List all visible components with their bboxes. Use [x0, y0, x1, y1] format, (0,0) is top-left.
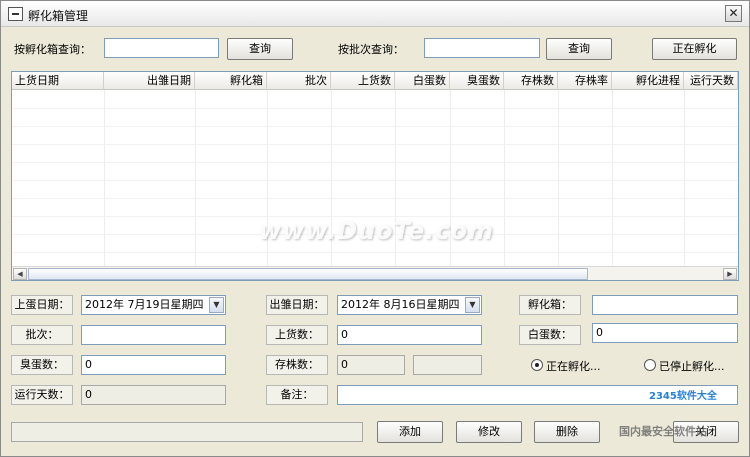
- incubator-management-window: 孵化箱管理 ✕ 按孵化箱查询： 查询 按批次查询： 查询 正在孵化 上货日期 出…: [0, 0, 750, 457]
- radio-stopped-label[interactable]: 已停止孵化...: [659, 358, 725, 374]
- query-by-box-button[interactable]: 查询: [227, 38, 293, 60]
- column-header-survive-count[interactable]: 存株数: [504, 72, 558, 90]
- column-header-bad-eggs[interactable]: 臭蛋数: [450, 72, 504, 90]
- horizontal-scrollbar[interactable]: ◀ ▶: [12, 266, 738, 280]
- edit-button[interactable]: 修改: [456, 421, 522, 443]
- incubating-filter-button[interactable]: 正在孵化: [652, 38, 737, 60]
- loaded-count-label: 上货数：: [266, 325, 328, 345]
- grid-divider: [504, 90, 505, 266]
- grid-row-line: [12, 252, 738, 253]
- load-date-value: 2012年 7月19日星期四: [85, 298, 204, 311]
- watermark-text: www.DuoTe.com: [259, 217, 494, 245]
- column-header-loaded-count[interactable]: 上货数: [331, 72, 395, 90]
- grid-divider: [104, 90, 105, 266]
- query-by-batch-button[interactable]: 查询: [546, 38, 612, 60]
- title-bar: 孵化箱管理 ✕: [1, 1, 749, 27]
- search-by-box-label: 按孵化箱查询：: [14, 43, 91, 56]
- column-header-survive-rate[interactable]: 存株率: [558, 72, 612, 90]
- column-header-box[interactable]: 孵化箱: [195, 72, 267, 90]
- survive-count-label: 存株数：: [266, 355, 328, 375]
- load-date-label: 上蛋日期：: [11, 295, 73, 315]
- add-button[interactable]: 添加: [377, 421, 443, 443]
- column-header-hatch-date[interactable]: 出雏日期: [104, 72, 195, 90]
- column-header-batch[interactable]: 批次: [267, 72, 331, 90]
- note-label: 备注：: [266, 385, 328, 405]
- load-date-picker[interactable]: 2012年 7月19日星期四 ▼: [81, 295, 226, 315]
- hatch-date-value: 2012年 8月16日星期四: [341, 298, 460, 311]
- radio-incubating[interactable]: [531, 359, 543, 371]
- column-header-load-date[interactable]: 上货日期: [12, 72, 104, 90]
- batch-input[interactable]: [81, 325, 226, 345]
- grid-divider: [684, 90, 685, 266]
- batch-label: 批次：: [11, 325, 73, 345]
- column-header-white-eggs[interactable]: 白蛋数: [395, 72, 450, 90]
- status-bar: [11, 422, 363, 442]
- loaded-count-input[interactable]: 0: [337, 325, 482, 345]
- corner-watermark-slogan: 国内最安全软件站: [619, 425, 707, 438]
- search-by-batch-label: 按批次查询：: [338, 43, 404, 56]
- survive-rate-field: [413, 355, 482, 375]
- scroll-thumb[interactable]: [28, 268, 588, 280]
- grid-divider: [612, 90, 613, 266]
- grid-row-line: [12, 126, 738, 127]
- search-by-batch-input[interactable]: [424, 38, 540, 58]
- radio-stopped[interactable]: [644, 359, 656, 371]
- bad-egg-input[interactable]: 0: [81, 355, 226, 375]
- white-egg-label: 白蛋数：: [519, 325, 581, 345]
- chevron-down-icon[interactable]: ▼: [465, 297, 480, 313]
- delete-button[interactable]: 删除: [534, 421, 600, 443]
- grid-divider: [558, 90, 559, 266]
- radio-incubating-label[interactable]: 正在孵化...: [546, 358, 601, 374]
- grid-row-line: [12, 180, 738, 181]
- white-egg-input[interactable]: 0: [592, 323, 738, 343]
- hatch-date-label: 出雏日期：: [266, 295, 328, 315]
- grid-row-line: [12, 144, 738, 145]
- grid-row-line: [12, 162, 738, 163]
- records-table[interactable]: 上货日期 出雏日期 孵化箱 批次 上货数 白蛋数 臭蛋数 存株数 存株率 孵化进…: [11, 71, 739, 281]
- close-window-button[interactable]: ✕: [725, 5, 742, 22]
- bad-egg-label: 臭蛋数：: [11, 355, 73, 375]
- corner-watermark: 2345软件大全: [649, 391, 717, 402]
- table-header: 上货日期 出雏日期 孵化箱 批次 上货数 白蛋数 臭蛋数 存株数 存株率 孵化进…: [12, 72, 738, 90]
- grid-row-line: [12, 198, 738, 199]
- scroll-right-icon[interactable]: ▶: [723, 268, 737, 280]
- chevron-down-icon[interactable]: ▼: [209, 297, 224, 313]
- column-header-run-days[interactable]: 运行天数: [684, 72, 738, 90]
- run-days-label: 运行天数：: [11, 385, 73, 405]
- box-input[interactable]: [592, 295, 738, 315]
- grid-row-line: [12, 108, 738, 109]
- system-menu-icon[interactable]: [8, 7, 23, 21]
- column-header-progress[interactable]: 孵化进程: [612, 72, 684, 90]
- scroll-left-icon[interactable]: ◀: [13, 268, 27, 280]
- grid-divider: [195, 90, 196, 266]
- box-label: 孵化箱：: [519, 295, 581, 315]
- run-days-field: 0: [81, 385, 226, 405]
- survive-count-field: 0: [337, 355, 405, 375]
- hatch-date-picker[interactable]: 2012年 8月16日星期四 ▼: [337, 295, 482, 315]
- search-by-box-input[interactable]: [104, 38, 219, 58]
- window-title: 孵化箱管理: [28, 9, 89, 23]
